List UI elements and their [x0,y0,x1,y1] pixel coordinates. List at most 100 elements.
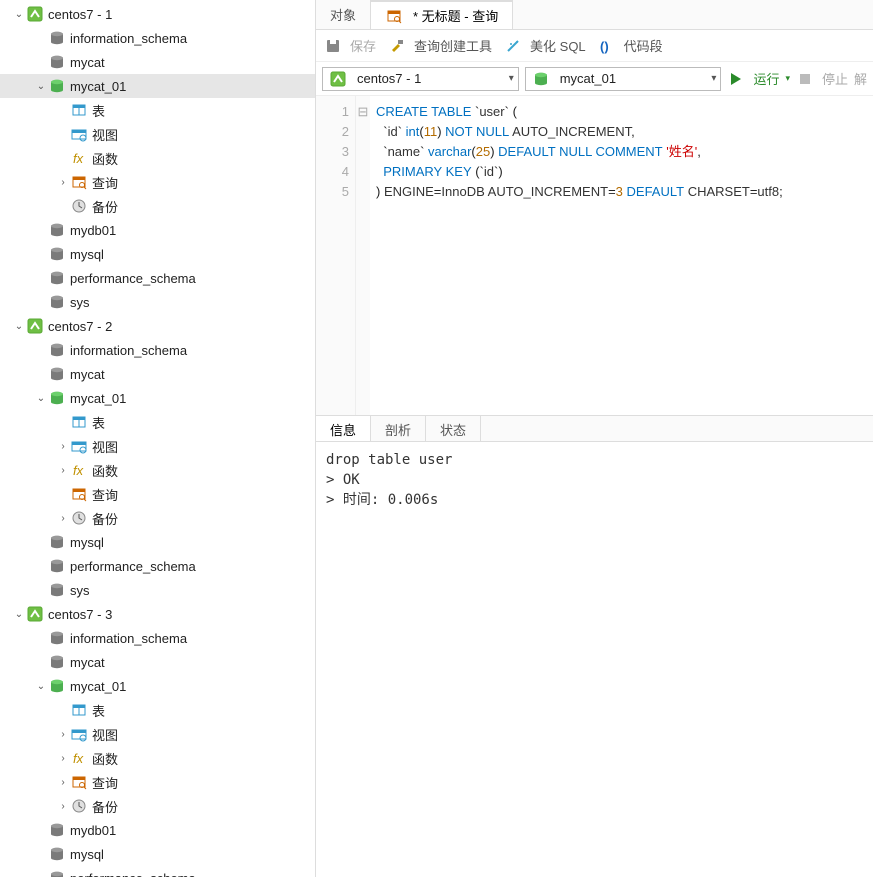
expand-chevron-icon[interactable]: ⌄ [34,393,48,404]
connection-item[interactable]: ⌄ centos7 - 2 [0,314,315,338]
database-item[interactable]: information_schema [0,626,315,650]
view-icon [70,725,88,743]
tables-node[interactable]: 表 [0,698,315,722]
view-icon [70,437,88,455]
expand-chevron-icon[interactable]: ⌄ [12,321,26,332]
run-button[interactable]: 运行▾ [727,69,790,88]
save-button[interactable]: 保存 [324,36,376,55]
tables-node[interactable]: 表 [0,410,315,434]
expand-chevron-icon[interactable]: › [56,753,70,764]
expand-chevron-icon[interactable]: › [56,729,70,740]
views-node[interactable]: › 视图 [0,722,315,746]
expand-chevron-icon[interactable]: › [56,441,70,452]
functions-node[interactable]: ›函数 [0,746,315,770]
fold-column[interactable]: ⊟ [356,96,370,415]
database-icon [48,821,66,839]
database-item[interactable]: mysql [0,530,315,554]
database-item[interactable]: mysql [0,242,315,266]
tree-item-label: centos7 - 1 [48,7,112,22]
database-icon [532,70,550,88]
database-item[interactable]: performance_schema [0,266,315,290]
tree-item-label: mydb01 [70,223,116,238]
queries-node[interactable]: 查询 [0,482,315,506]
database-dropdown[interactable]: mycat_01 ▾ [525,67,722,91]
database-item[interactable]: mycat [0,650,315,674]
queries-node[interactable]: ›查询 [0,770,315,794]
editor-tabs: 对象 * 无标题 - 查询 [316,0,873,30]
table-icon [70,101,88,119]
database-icon [48,581,66,599]
functions-node[interactable]: ›函数 [0,458,315,482]
database-item[interactable]: mysql [0,842,315,866]
output-panel[interactable]: drop table user > OK > 时间: 0.006s [316,442,873,877]
expand-chevron-icon[interactable]: ⌄ [34,681,48,692]
tab-query[interactable]: * 无标题 - 查询 [371,0,513,29]
expand-chevron-icon[interactable]: ⌄ [12,9,26,20]
query-icon [70,485,88,503]
expand-chevron-icon[interactable]: › [56,777,70,788]
stop-button[interactable]: 停止 [796,69,848,88]
query-icon [70,773,88,791]
tree-item-label: centos7 - 2 [48,319,112,334]
database-item[interactable]: performance_schema [0,554,315,578]
views-node[interactable]: 视图 [0,122,315,146]
tree-item-label: 视图 [92,125,118,144]
tree-item-label: mydb01 [70,823,116,838]
database-item[interactable]: performance_schema [0,866,315,877]
database-icon [48,29,66,47]
tables-node[interactable]: 表 [0,98,315,122]
functions-node[interactable]: 函数 [0,146,315,170]
tree-item-label: sys [70,295,90,310]
tree-item-label: mycat_01 [70,391,126,406]
function-icon [70,149,88,167]
function-icon [70,461,88,479]
database-item[interactable]: mycat [0,362,315,386]
beautify-sql-button[interactable]: 美化 SQL [504,36,586,55]
database-item[interactable]: mycat [0,50,315,74]
backups-node[interactable]: ›备份 [0,794,315,818]
connection-icon [26,605,44,623]
database-item[interactable]: information_schema [0,338,315,362]
tab-status[interactable]: 状态 [426,416,481,441]
tab-info[interactable]: 信息 [316,416,371,441]
backups-node[interactable]: › 备份 [0,506,315,530]
expand-chevron-icon[interactable]: › [56,177,70,188]
tab-profile[interactable]: 剖析 [371,416,426,441]
expand-chevron-icon[interactable]: ⌄ [12,609,26,620]
tree-item-label: 视图 [92,725,118,744]
database-item[interactable]: information_schema [0,26,315,50]
backups-node[interactable]: 备份 [0,194,315,218]
tree-item-label: centos7 - 3 [48,607,112,622]
database-item[interactable]: ⌄mycat_01 [0,74,315,98]
backup-icon [70,797,88,815]
query-builder-button[interactable]: 查询创建工具 [388,36,492,55]
queries-node[interactable]: ›查询 [0,170,315,194]
query-icon [385,7,403,25]
tab-objects[interactable]: 对象 [316,0,371,29]
database-item[interactable]: mydb01 [0,218,315,242]
tree-item-label: 视图 [92,437,118,456]
connection-item[interactable]: ⌄ centos7 - 3 [0,602,315,626]
views-node[interactable]: › 视图 [0,434,315,458]
sql-editor[interactable]: 12345 ⊟ CREATE TABLE `user` ( `id` int(1… [316,96,873,416]
code-area[interactable]: CREATE TABLE `user` ( `id` int(11) NOT N… [370,96,783,415]
connection-tree[interactable]: ⌄centos7 - 1information_schemamycat⌄myca… [0,0,316,877]
database-icon [48,845,66,863]
expand-chevron-icon[interactable]: ⌄ [34,81,48,92]
code-snippet-button[interactable]: 代码段 [598,36,663,55]
database-item[interactable]: sys [0,578,315,602]
database-item[interactable]: ⌄mycat_01 [0,674,315,698]
database-icon [48,557,66,575]
expand-chevron-icon[interactable]: › [56,801,70,812]
chevron-down-icon: ▾ [785,73,790,84]
tree-item-label: performance_schema [70,559,196,574]
database-item[interactable]: mydb01 [0,818,315,842]
expand-chevron-icon[interactable]: › [56,513,70,524]
expand-chevron-icon[interactable]: › [56,465,70,476]
tree-item-label: 备份 [92,509,118,528]
connection-item[interactable]: ⌄ centos7 - 1 [0,2,315,26]
database-item[interactable]: sys [0,290,315,314]
database-item[interactable]: ⌄ mycat_01 [0,386,315,410]
explain-button[interactable]: 解 [854,69,867,88]
connection-dropdown[interactable]: centos7 - 1 ▾ [322,67,519,91]
